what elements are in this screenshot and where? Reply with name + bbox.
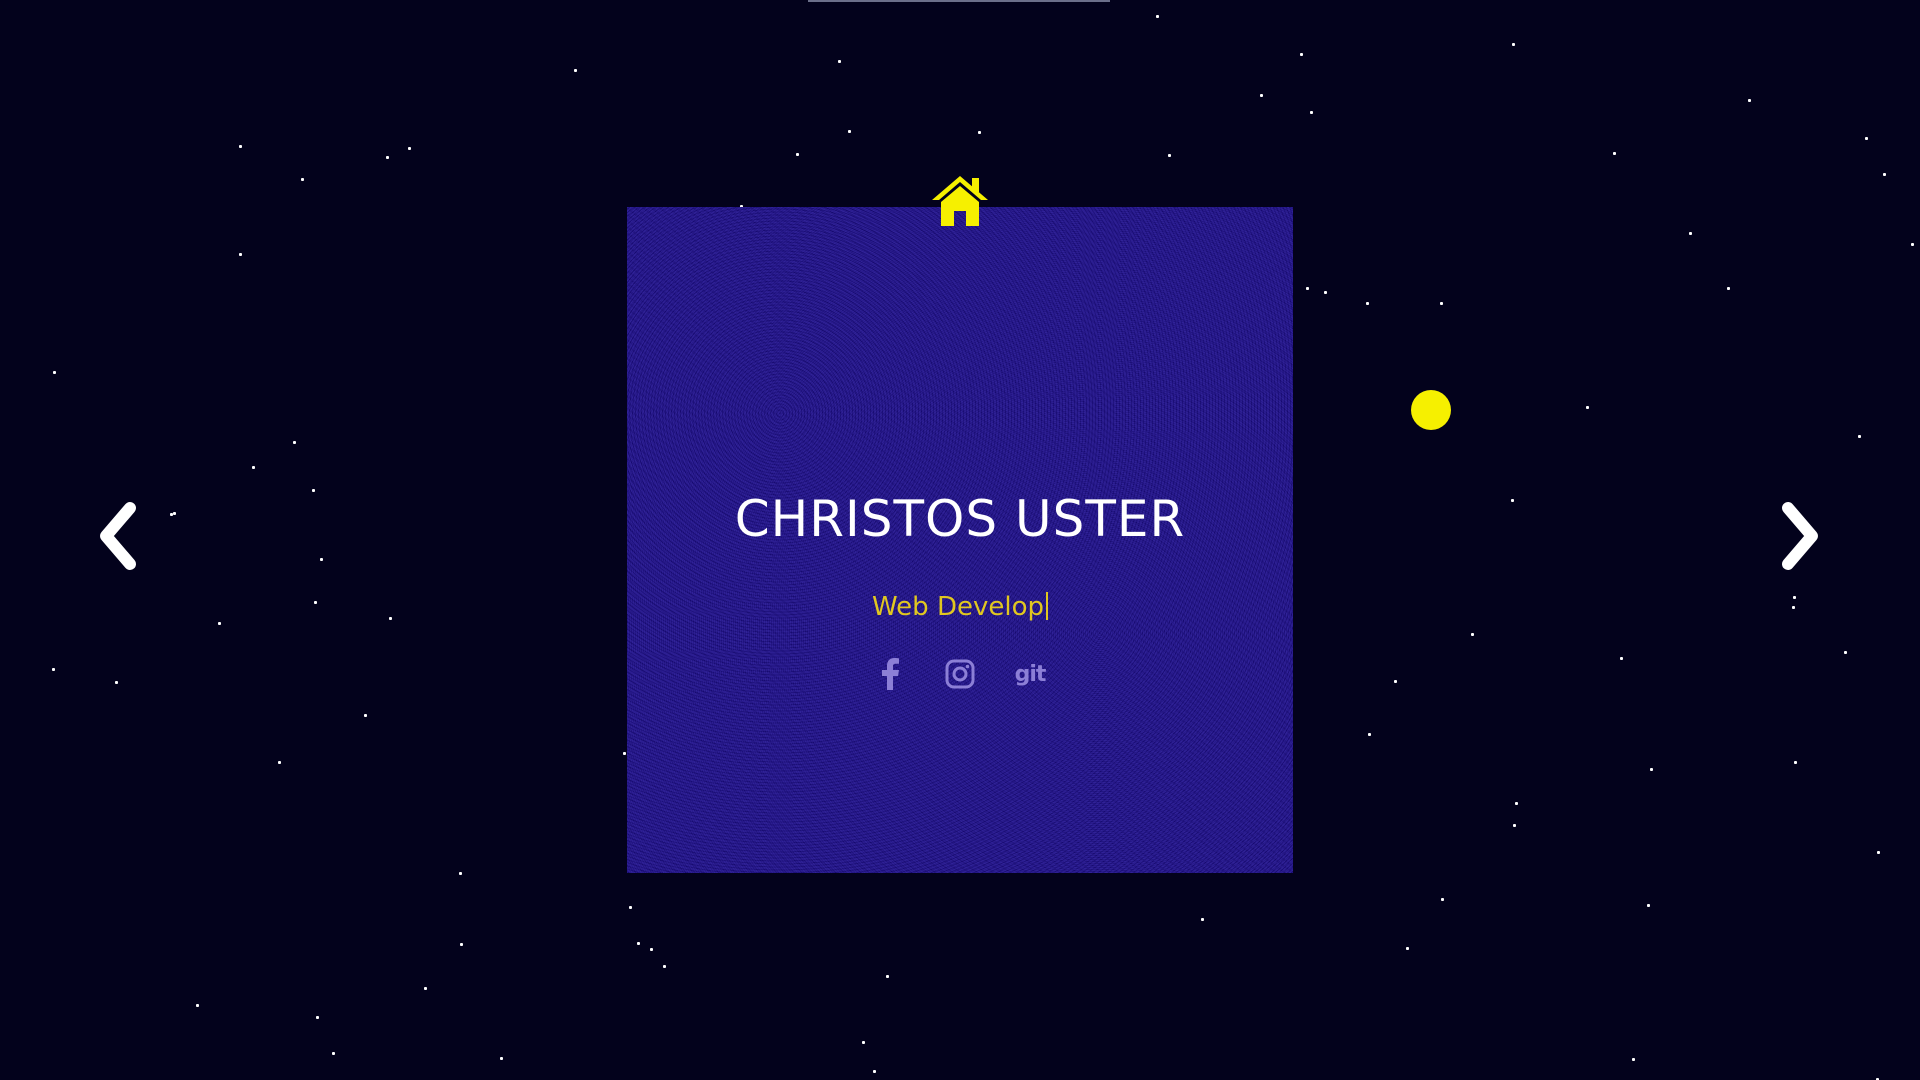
moon-dot — [1411, 390, 1451, 430]
instagram-icon — [945, 659, 975, 689]
star — [1911, 243, 1914, 246]
star — [408, 147, 411, 150]
star — [1440, 302, 1443, 305]
star — [1844, 651, 1847, 654]
star — [1515, 802, 1518, 805]
star — [312, 489, 315, 492]
star — [886, 975, 889, 978]
star — [1394, 680, 1397, 683]
profile-name: CHRISTOS USTER — [734, 490, 1186, 548]
star — [252, 466, 255, 469]
star — [978, 131, 981, 134]
top-progress-line — [808, 0, 1110, 2]
star — [1406, 947, 1409, 950]
star — [170, 513, 173, 516]
facebook-link[interactable] — [872, 656, 908, 692]
star — [1883, 173, 1886, 176]
star — [460, 943, 463, 946]
star — [1794, 761, 1797, 764]
star — [623, 752, 626, 755]
star — [1877, 851, 1880, 854]
star — [293, 441, 296, 444]
star — [1368, 733, 1371, 736]
star — [1586, 406, 1589, 409]
star — [386, 156, 389, 159]
star — [53, 371, 56, 374]
star — [332, 1052, 335, 1055]
typing-caret — [1045, 592, 1048, 620]
star — [1620, 657, 1623, 660]
chevron-right-icon — [1782, 502, 1818, 570]
star — [239, 145, 242, 148]
social-links: git — [627, 656, 1293, 692]
role-typed-text: Web Develop — [872, 592, 1044, 622]
star — [1156, 15, 1159, 18]
star — [629, 906, 632, 909]
previous-page-button[interactable] — [90, 496, 150, 576]
star — [389, 617, 392, 620]
star — [574, 69, 577, 72]
star — [1792, 606, 1795, 609]
star — [301, 178, 304, 181]
star — [1865, 137, 1868, 140]
star — [320, 558, 323, 561]
star — [1471, 633, 1474, 636]
star — [218, 622, 221, 625]
git-link[interactable]: git — [1012, 656, 1048, 692]
star — [424, 987, 427, 990]
star — [796, 153, 799, 156]
star — [115, 681, 118, 684]
star — [52, 668, 55, 671]
star — [278, 761, 281, 764]
star — [1168, 154, 1171, 157]
star — [1306, 287, 1309, 290]
star — [1511, 499, 1514, 502]
star — [500, 1057, 503, 1060]
page-stage: CHRISTOS USTER Web Develop git — [0, 0, 1920, 1080]
star — [663, 965, 666, 968]
star — [650, 948, 653, 951]
star — [364, 714, 367, 717]
star — [1260, 94, 1263, 97]
star — [1324, 291, 1327, 294]
star — [1858, 435, 1861, 438]
git-icon: git — [1014, 661, 1047, 687]
home-icon[interactable] — [928, 172, 992, 228]
star — [637, 942, 640, 945]
next-page-button[interactable] — [1768, 496, 1828, 576]
star — [316, 1016, 319, 1019]
star — [862, 1041, 865, 1044]
facebook-icon — [882, 658, 899, 690]
star — [196, 1004, 199, 1007]
star — [1689, 232, 1692, 235]
star — [873, 1070, 876, 1073]
star — [239, 253, 242, 256]
star — [1441, 898, 1444, 901]
star — [1512, 43, 1515, 46]
star — [1366, 302, 1369, 305]
star — [1748, 99, 1751, 102]
star — [838, 60, 841, 63]
instagram-link[interactable] — [942, 656, 978, 692]
star — [848, 130, 851, 133]
star — [1793, 596, 1796, 599]
star — [1727, 287, 1730, 290]
star — [1632, 1058, 1635, 1061]
star — [173, 512, 176, 515]
star — [1300, 53, 1303, 56]
star — [1647, 904, 1650, 907]
star — [1650, 768, 1653, 771]
star — [1201, 918, 1204, 921]
profile-role: Web Develop — [627, 592, 1293, 622]
star — [1513, 824, 1516, 827]
chevron-left-icon — [100, 502, 136, 570]
star — [459, 872, 462, 875]
star — [1613, 152, 1616, 155]
star — [314, 601, 317, 604]
star — [1310, 111, 1313, 114]
